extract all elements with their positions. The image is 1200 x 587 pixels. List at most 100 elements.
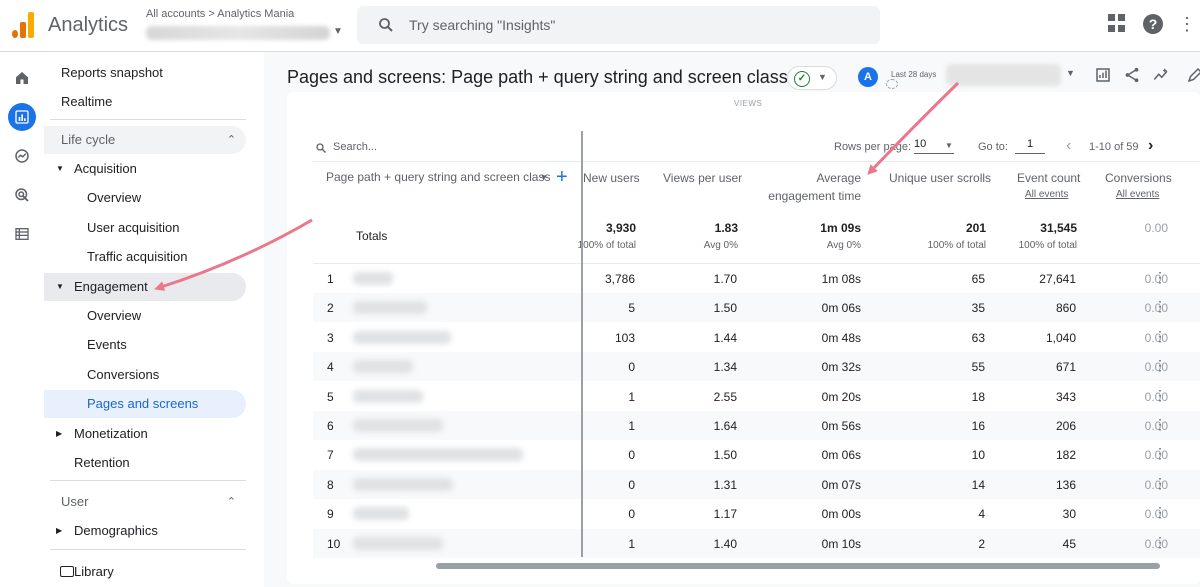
add-dimension-icon[interactable]: + — [556, 166, 568, 189]
property-dropdown-icon[interactable]: ▼ — [333, 26, 343, 37]
comparison-avatar[interactable]: A — [858, 67, 878, 87]
nav-pages-and-screens[interactable]: Pages and screens — [44, 390, 246, 418]
date-range-picker[interactable] — [946, 64, 1061, 86]
analytics-logo-icon[interactable] — [12, 12, 36, 38]
table-row[interactable]: 10 1 1.40 0m 10s 2 45 0.00 ⋮ — [313, 528, 1200, 558]
property-selector[interactable] — [146, 26, 330, 40]
report-status-dropdown[interactable]: ✓ ▼ — [787, 66, 837, 90]
chevron-left-icon[interactable]: ‹ — [1066, 137, 1071, 155]
nav-label: Engagement — [74, 279, 148, 294]
search-input[interactable]: Try searching "Insights" — [409, 17, 555, 33]
chevron-up-icon[interactable]: ⌃ — [227, 488, 236, 516]
page-path-cell[interactable] — [353, 330, 451, 344]
row-more-icon[interactable]: ⋮ — [1153, 504, 1167, 521]
table-row[interactable]: 7 0 1.50 0m 06s 10 182 0.00 ⋮ — [313, 440, 1200, 469]
row-more-icon[interactable]: ⋮ — [1153, 534, 1167, 551]
insights-icon[interactable] — [1152, 66, 1170, 84]
table-row[interactable]: 4 0 1.34 0m 32s 55 671 0.00 ⋮ — [313, 352, 1200, 382]
page-path-cell[interactable] — [353, 477, 453, 491]
page-path-cell[interactable] — [353, 389, 423, 403]
nav-events[interactable]: Events — [44, 331, 246, 359]
table-row[interactable]: 6 1 1.64 0m 56s 16 206 0.00 ⋮ — [313, 411, 1200, 440]
nav-reports-snapshot[interactable]: Reports snapshot — [44, 59, 246, 87]
frozen-column-separator[interactable] — [581, 131, 583, 557]
table-row[interactable]: 1 3,786 1.70 1m 08s 65 27,641 0.00 ⋮ — [313, 264, 1200, 293]
row-more-icon[interactable]: ⋮ — [1153, 328, 1167, 345]
share-icon[interactable] — [1123, 66, 1141, 84]
goto-page-input[interactable]: 1 — [1015, 138, 1045, 154]
search-icon — [316, 143, 326, 153]
nav-section-lifecycle[interactable]: Life cycle ⌃ — [44, 126, 246, 154]
page-path-cell[interactable] — [353, 507, 409, 521]
dimension-header[interactable]: Page path + query string and screen clas… — [326, 170, 550, 184]
col-header-new-users[interactable]: New users — [583, 170, 640, 186]
table-row[interactable]: 8 0 1.31 0m 07s 14 136 0.00 ⋮ — [313, 469, 1200, 499]
comparison-add-icon[interactable] — [886, 79, 898, 89]
nav-library[interactable]: Library — [44, 558, 246, 586]
cell-new-users: 1 — [628, 536, 635, 551]
page-path-cell[interactable] — [353, 419, 443, 432]
customize-report-icon[interactable] — [1094, 66, 1112, 84]
app-title[interactable]: Analytics — [48, 14, 128, 37]
col-header-conversions[interactable]: Conversions — [1105, 170, 1172, 186]
page-path-cell[interactable] — [353, 272, 393, 285]
edit-icon[interactable] — [1186, 66, 1200, 84]
col-header-avg-engagement[interactable]: Average engagement time — [760, 170, 861, 204]
caret-down-icon[interactable]: ▼ — [945, 141, 953, 150]
table-row[interactable]: 9 0 1.17 0m 00s 4 30 0.00 ⋮ — [313, 499, 1200, 528]
reports-icon[interactable] — [8, 103, 36, 131]
table-row[interactable]: 5 1 2.55 0m 20s 18 343 0.00 ⋮ — [313, 382, 1200, 411]
table-search-input[interactable]: Search... — [333, 141, 377, 153]
row-more-icon[interactable]: ⋮ — [1153, 475, 1167, 492]
col-header-views-per-user[interactable]: Views per user — [663, 170, 742, 186]
configure-list-icon[interactable] — [8, 220, 36, 248]
page-path-cell[interactable] — [353, 536, 443, 550]
col-header-event-count[interactable]: Event count — [1017, 170, 1080, 186]
home-icon[interactable] — [8, 64, 36, 92]
row-more-icon[interactable]: ⋮ — [1153, 387, 1167, 404]
table-row[interactable]: 3 103 1.44 0m 48s 63 1,040 0.00 ⋮ — [313, 323, 1200, 352]
chevron-right-icon[interactable]: › — [1148, 137, 1153, 155]
horizontal-scrollbar[interactable] — [436, 563, 1160, 569]
nav-demographics[interactable]: ▶ Demographics — [44, 517, 246, 545]
chevron-up-icon[interactable]: ⌃ — [227, 126, 236, 154]
nav-section-user[interactable]: User ⌃ — [44, 488, 246, 516]
nav-engagement-overview[interactable]: Overview — [44, 302, 246, 330]
nav-traffic-acquisition[interactable]: Traffic acquisition — [44, 243, 246, 271]
nav-conversions[interactable]: Conversions — [44, 361, 246, 389]
page-title: Pages and screens: Page path + query str… — [287, 67, 788, 87]
row-more-icon[interactable]: ⋮ — [1153, 269, 1167, 286]
nav-acquisition[interactable]: ▼ Acquisition — [44, 155, 246, 183]
nav-acquisition-overview[interactable]: Overview — [44, 184, 246, 212]
date-range-label[interactable]: Last 28 days — [891, 70, 936, 79]
account-breadcrumb[interactable]: All accounts > Analytics Mania — [146, 8, 294, 20]
page-path-cell[interactable] — [353, 360, 413, 374]
date-dropdown-icon[interactable]: ▼ — [1066, 68, 1075, 78]
conversion-filter-select[interactable]: All events — [1116, 189, 1159, 200]
nav-retention[interactable]: Retention — [44, 449, 246, 477]
table-row[interactable]: 2 5 1.50 0m 06s 35 860 0.00 ⋮ — [313, 293, 1200, 323]
caret-down-icon: ▼ — [818, 72, 827, 82]
nav-engagement[interactable]: ▼ Engagement — [44, 273, 246, 301]
more-options-icon[interactable]: ⋮ — [1178, 14, 1196, 34]
advertising-icon[interactable] — [8, 181, 36, 209]
row-more-icon[interactable]: ⋮ — [1153, 445, 1167, 462]
nav-monetization[interactable]: ▶ Monetization — [44, 420, 246, 448]
apps-grid-icon[interactable] — [1108, 14, 1126, 32]
page-path-cell[interactable] — [353, 448, 523, 462]
help-icon[interactable]: ? — [1143, 14, 1163, 34]
cell-event-count: 45 — [1062, 536, 1076, 551]
nav-realtime[interactable]: Realtime — [44, 88, 246, 116]
page-path-cell[interactable] — [353, 301, 427, 315]
col-header-unique-scrolls[interactable]: Unique user scrolls — [889, 170, 991, 186]
caret-down-icon[interactable]: ▼ — [540, 173, 548, 182]
row-more-icon[interactable]: ⋮ — [1153, 298, 1167, 315]
search-bar[interactable]: Try searching "Insights" — [357, 6, 880, 44]
pagination-range: 1-10 of 59 — [1089, 141, 1139, 153]
row-more-icon[interactable]: ⋮ — [1153, 416, 1167, 433]
nav-user-acquisition[interactable]: User acquisition — [44, 214, 246, 242]
explore-icon[interactable] — [8, 142, 36, 170]
header-line: Average — [816, 171, 861, 185]
row-more-icon[interactable]: ⋮ — [1153, 357, 1167, 374]
event-filter-select[interactable]: All events — [1025, 189, 1068, 200]
